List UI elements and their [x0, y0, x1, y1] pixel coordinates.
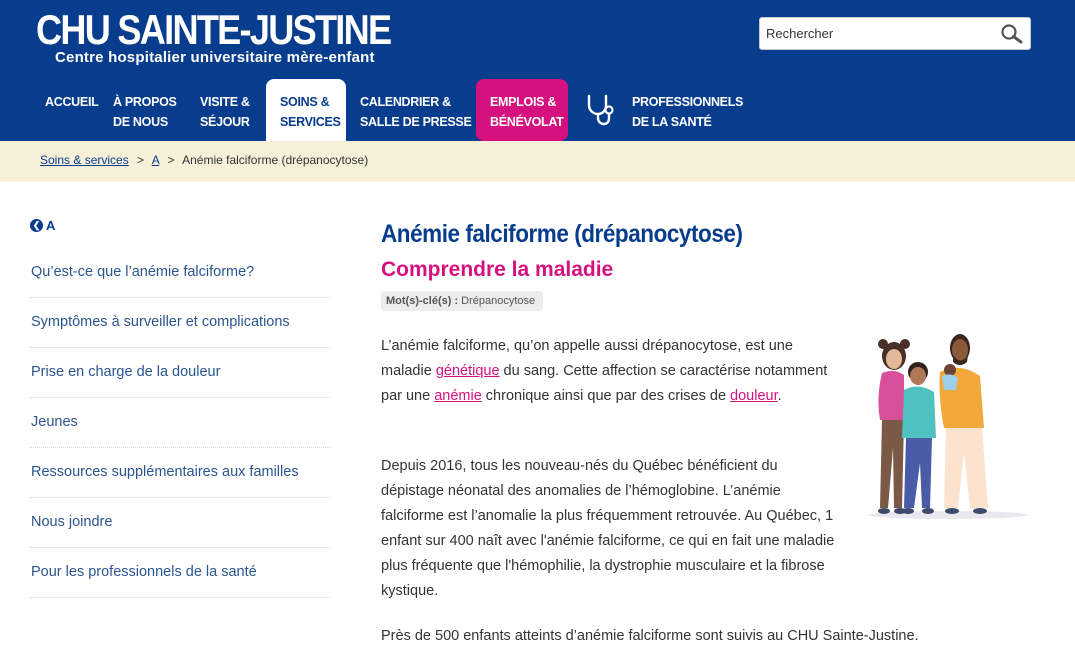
back-arrow-icon: ❮	[30, 219, 43, 232]
breadcrumb-link-a[interactable]: A	[152, 153, 159, 167]
logo-title[interactable]: CHU SAINTE-JUSTINE	[36, 6, 392, 54]
search-input[interactable]	[766, 18, 986, 49]
sidebar-item-jeunes[interactable]: Jeunes	[30, 398, 330, 448]
main-nav: ACCUEIL À PROPOS DE NOUS VISITE & SÉJOUR…	[0, 79, 1075, 151]
search-box	[759, 17, 1031, 50]
nav-emplois-benevolat[interactable]: EMPLOIS & BÉNÉVOLAT	[476, 79, 568, 141]
link-douleur[interactable]: douleur	[730, 388, 778, 404]
link-genetique[interactable]: génétique	[436, 363, 500, 379]
nav-accueil[interactable]: ACCUEIL	[45, 79, 99, 141]
breadcrumb-link-soins[interactable]: Soins & services	[40, 153, 129, 167]
stethoscope-icon	[584, 93, 616, 127]
sidebar-item-qu-est-ce[interactable]: Qu’est-ce que l’anémie falciforme?	[30, 248, 330, 298]
nav-soins-services[interactable]: SOINS & SERVICES	[266, 79, 346, 151]
back-link-label: A	[46, 218, 56, 233]
site-header: CHU SAINTE-JUSTINE Centre hospitalier un…	[0, 0, 1075, 151]
nav-a-propos[interactable]: À PROPOS DE NOUS	[113, 79, 177, 141]
p1-text-3: chronique ainsi que par des crises de	[481, 388, 731, 404]
keyword-value: Drépanocytose	[461, 295, 536, 307]
breadcrumb-separator: >	[167, 153, 175, 167]
intro-paragraph: L’anémie falciforme, qu’on appelle aussi…	[381, 334, 836, 409]
sidebar-item-symptomes[interactable]: Symptômes à surveiller et complications	[30, 298, 330, 348]
page-title: Anémie falciforme (drépanocytose)	[381, 220, 743, 248]
keyword-badge: Mot(s)-clé(s) : Drépanocytose	[381, 291, 544, 311]
logo-subtitle[interactable]: Centre hospitalier universitaire mère-en…	[55, 49, 375, 66]
link-anemie[interactable]: anémie	[434, 388, 482, 404]
nav-visite-sejour[interactable]: VISITE & SÉJOUR	[200, 79, 250, 141]
breadcrumb-current: Anémie falciforme (drépanocytose)	[182, 153, 369, 167]
screening-paragraph: Depuis 2016, tous les nouveau-nés du Qué…	[381, 458, 835, 599]
sidebar-list: Qu’est-ce que l’anémie falciforme? Sympt…	[30, 248, 330, 598]
nav-professionnels[interactable]: PROFESSIONNELS DE LA SANTÉ	[632, 79, 743, 141]
keyword-label: Mot(s)-clé(s) :	[386, 295, 459, 307]
family-illustration	[860, 328, 1030, 524]
followup-paragraph: Près de 500 enfants atteints d’anémie fa…	[381, 628, 919, 644]
sidebar-item-nous-joindre[interactable]: Nous joindre	[30, 498, 330, 548]
page-subtitle: Comprendre la maladie	[381, 258, 614, 281]
breadcrumb: Soins & services > A > Anémie falciforme…	[0, 141, 1075, 182]
search-icon[interactable]	[1000, 23, 1024, 45]
nav-calendrier[interactable]: CALENDRIER & SALLE DE PRESSE	[360, 79, 472, 141]
p1-text-4: .	[777, 388, 782, 404]
sidebar-item-ressources[interactable]: Ressources supplémentaires aux familles	[30, 448, 330, 498]
sidebar-item-professionnels[interactable]: Pour les professionnels de la santé	[30, 548, 330, 598]
back-link[interactable]: ❮ A	[30, 218, 55, 233]
sidebar-item-douleur[interactable]: Prise en charge de la douleur	[30, 348, 330, 398]
breadcrumb-separator: >	[137, 153, 145, 167]
